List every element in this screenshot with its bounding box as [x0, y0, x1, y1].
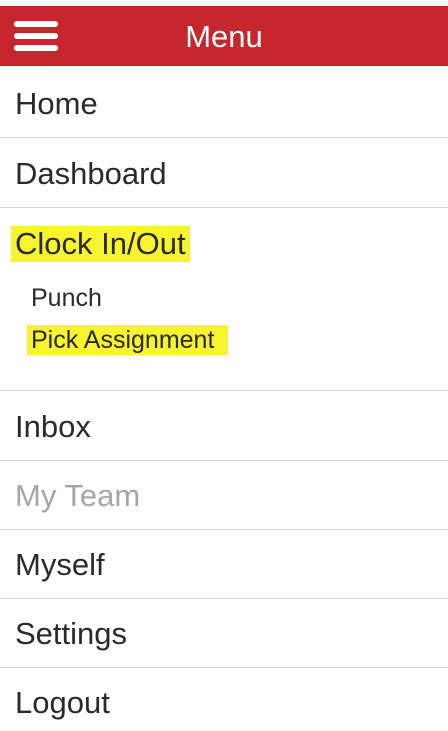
menu-item-clock-in-out[interactable]: Clock In/Out [11, 226, 190, 262]
menu-item-home[interactable]: Home [0, 66, 448, 138]
submenu-item-punch[interactable]: Punch [31, 283, 102, 313]
menu-item-label: Inbox [15, 409, 91, 444]
menu-item-label: My Team [15, 478, 141, 513]
menu-item-myself[interactable]: Myself [0, 530, 448, 599]
header-title: Menu [185, 19, 263, 54]
menu-item-inbox[interactable]: Inbox [0, 391, 448, 461]
menu-item-label: Logout [15, 685, 110, 720]
menu-item-dashboard[interactable]: Dashboard [0, 138, 448, 208]
menu-item-settings[interactable]: Settings [0, 599, 448, 668]
menu-item-label: Dashboard [15, 156, 167, 191]
menu-item-my-team[interactable]: My Team [0, 461, 448, 530]
menu-item-label: Settings [15, 616, 128, 651]
menu-group-clock-in-out: Clock In/Out Punch Pick Assignment [0, 208, 448, 391]
app-header: Menu [0, 6, 448, 66]
menu-item-logout[interactable]: Logout [0, 668, 448, 731]
menu-item-label: Myself [15, 547, 105, 582]
submenu-item-pick-assignment[interactable]: Pick Assignment [27, 325, 229, 355]
menu-item-label: Home [15, 86, 98, 121]
